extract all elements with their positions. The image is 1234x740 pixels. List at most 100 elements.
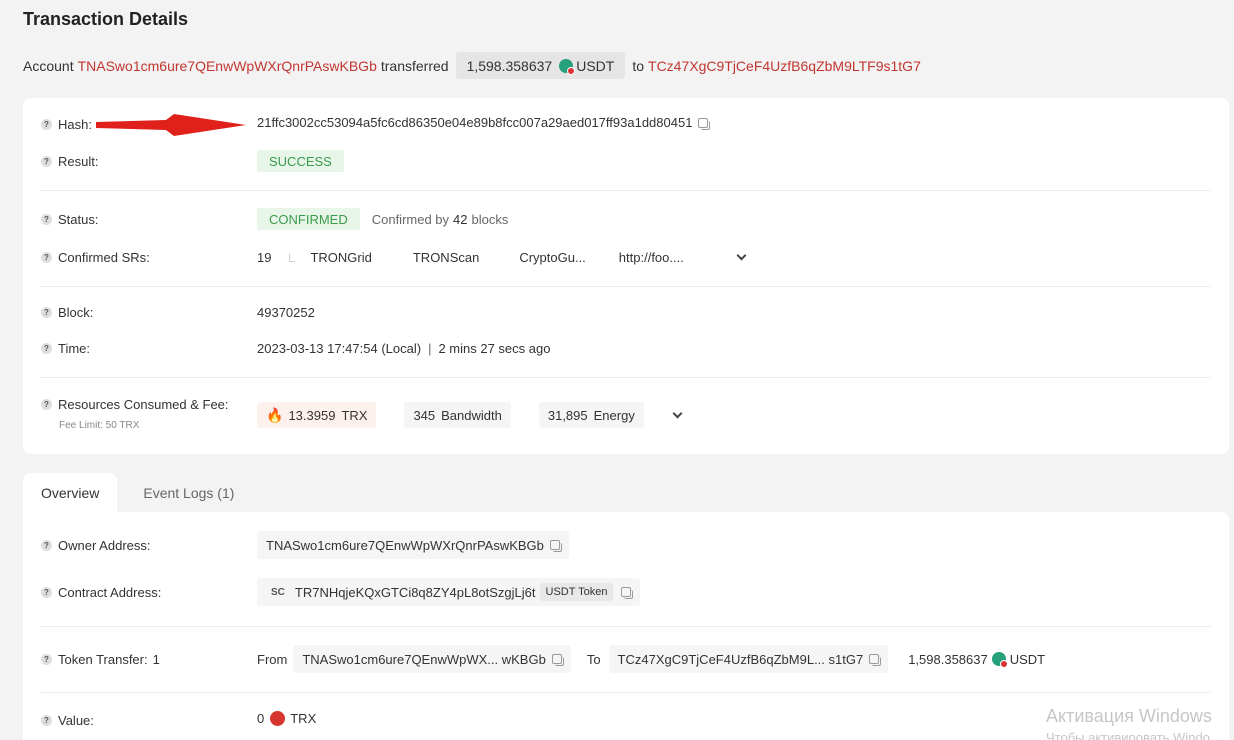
- result-label: Result:: [58, 154, 99, 169]
- from-address-chip: TNASwo1cm6ure7QEnwWpWX... wKBGb: [293, 645, 571, 673]
- to-word: to: [632, 57, 645, 74]
- time-label-row: ? Time:: [41, 341, 90, 356]
- block-value-row: 49370252: [257, 305, 315, 320]
- divider: [41, 377, 1211, 378]
- sr-item[interactable]: TRONScan: [413, 250, 479, 265]
- to-address-link[interactable]: TCz47XgC9TjCeF4UzfB6qZbM9LTF9s1tG7: [648, 58, 921, 74]
- sr-item[interactable]: http://foo....: [619, 250, 684, 265]
- time-separator: |: [428, 341, 432, 356]
- copy-icon[interactable]: [551, 654, 564, 666]
- energy-chip: 31,895 Energy: [538, 402, 644, 428]
- tab-bar: Overview Event Logs (1): [23, 473, 252, 513]
- red-arrow-annotation: [96, 114, 246, 136]
- owner-label-row: ? Owner Address:: [41, 538, 151, 553]
- time-value: 2023-03-13 17:47:54 (Local): [257, 341, 422, 356]
- windows-activation-watermark: Активация Windows: [1046, 706, 1212, 726]
- status-label: Status:: [58, 212, 99, 227]
- help-icon[interactable]: ?: [41, 252, 52, 263]
- confirmed-blocks: 42: [453, 211, 468, 227]
- from-address-short[interactable]: TNASwo1cm6ure7QEnwWpWX... wKBGb: [302, 652, 545, 667]
- energy-value: 31,895: [547, 407, 588, 423]
- page-title: Transaction Details: [23, 9, 189, 29]
- sr-item[interactable]: CryptoGu...: [519, 250, 585, 265]
- transferred-word: transferred: [380, 57, 449, 74]
- to-address-chip: TCz47XgC9TjCeF4UzfB6qZbM9L... s1tG7: [608, 645, 889, 673]
- confirmed-srs-label: Confirmed SRs:: [58, 250, 150, 265]
- chevron-down-icon[interactable]: [736, 250, 747, 261]
- bandwidth-unit: Bandwidth: [441, 407, 502, 423]
- amount-value: 1,598.358637: [466, 57, 553, 74]
- usdt-icon: [991, 652, 1008, 668]
- help-icon[interactable]: ?: [41, 399, 52, 410]
- hash-label: Hash:: [58, 117, 92, 132]
- help-icon[interactable]: ?: [41, 587, 52, 598]
- copy-icon[interactable]: [698, 117, 711, 130]
- transfer-token[interactable]: USDT: [1010, 652, 1045, 667]
- to-word: To: [586, 651, 601, 667]
- value-unit: TRX: [290, 711, 317, 726]
- tab-event-logs[interactable]: Event Logs (1): [125, 473, 252, 513]
- divider: [41, 286, 1211, 287]
- energy-unit: Energy: [593, 407, 635, 423]
- resources-value-row: 🔥 13.3959 TRX 345 Bandwidth 31,895 Energ…: [257, 402, 683, 428]
- value-label-row: ? Value:: [41, 713, 94, 728]
- value-row: 0 TRX: [257, 711, 316, 726]
- help-icon[interactable]: ?: [41, 715, 52, 726]
- contract-value-row: SC TR7NHqjeKQxGTCi8q8ZY4pL8otSzgjLj6t US…: [257, 578, 641, 606]
- trx-coin-icon: [270, 711, 286, 726]
- confirmed-by-suffix: blocks: [471, 211, 509, 227]
- bandwidth-value: 345: [413, 407, 436, 423]
- chevron-down-icon[interactable]: [672, 408, 683, 418]
- hash-value-row: 21ffc3002cc53094a5fc6cd86350e04e89b8fcc0…: [257, 115, 711, 130]
- status-label-row: ? Status:: [41, 212, 98, 227]
- divider: [41, 190, 1211, 191]
- transfer-amount: 1,598.358637: [908, 651, 988, 667]
- resources-label: Resources Consumed & Fee:: [58, 397, 229, 412]
- hash-label-row: ? Hash:: [41, 117, 92, 132]
- flame-icon: 🔥: [266, 406, 284, 423]
- status-badge: CONFIRMED: [257, 208, 360, 230]
- tab-overview[interactable]: Overview: [23, 473, 118, 513]
- contract-token-tag[interactable]: USDT Token: [539, 583, 614, 601]
- from-address-link[interactable]: TNASwo1cm6ure7QEnwWpWXrQnrPAswKBGb: [78, 58, 377, 74]
- token-transfer-label-row: ? Token Transfer: 1: [41, 652, 160, 667]
- value-amount: 0: [257, 711, 265, 726]
- divider: [41, 692, 1211, 693]
- owner-label: Owner Address:: [58, 538, 151, 553]
- sr-tree-icon: [289, 253, 296, 262]
- copy-icon[interactable]: [869, 654, 882, 666]
- contract-label: Contract Address:: [58, 585, 162, 600]
- copy-icon[interactable]: [621, 587, 634, 599]
- owner-address[interactable]: TNASwo1cm6ure7QEnwWpWXrQnrPAswKBGb: [266, 538, 544, 553]
- confirmed-by-prefix: Confirmed by: [371, 211, 450, 227]
- owner-address-chip: TNASwo1cm6ure7QEnwWpWXrQnrPAswKBGb: [257, 531, 569, 559]
- contract-address[interactable]: TR7NHqjeKQxGTCi8q8ZY4pL8otSzgjLj6t: [295, 585, 536, 600]
- help-icon[interactable]: ?: [41, 307, 52, 318]
- trx-fee-unit: TRX: [341, 407, 368, 423]
- confirmed-srs-list: 19 TRONGrid TRONScan CryptoGu... http://…: [257, 250, 747, 265]
- transaction-info-card: ? Hash: 21ffc3002cc53094a5fc6cd86350e04e…: [23, 98, 1229, 454]
- owner-value-row: TNASwo1cm6ure7QEnwWpWXrQnrPAswKBGb: [257, 531, 569, 559]
- to-address-short[interactable]: TCz47XgC9TjCeF4UzfB6qZbM9L... s1tG7: [618, 652, 864, 667]
- contract-address-chip: SC TR7NHqjeKQxGTCi8q8ZY4pL8otSzgjLj6t US…: [257, 578, 641, 606]
- time-value-row: 2023-03-13 17:47:54 (Local) | 2 mins 27 …: [257, 341, 550, 356]
- time-ago: 2 mins 27 secs ago: [438, 341, 551, 356]
- help-icon[interactable]: ?: [41, 540, 52, 551]
- block-value[interactable]: 49370252: [257, 305, 315, 320]
- help-icon[interactable]: ?: [41, 214, 52, 225]
- block-label-row: ? Block:: [41, 305, 93, 320]
- trx-fee-chip: 🔥 13.3959 TRX: [257, 402, 377, 428]
- help-icon[interactable]: ?: [41, 156, 52, 167]
- contract-label-row: ? Contract Address:: [41, 585, 161, 600]
- usdt-icon: [559, 58, 576, 75]
- srs-count: 19: [257, 250, 272, 265]
- trx-fee-value: 13.3959: [288, 407, 336, 423]
- help-icon[interactable]: ?: [41, 343, 52, 354]
- sr-item[interactable]: TRONGrid: [310, 250, 371, 265]
- smart-contract-tag: SC: [271, 586, 285, 598]
- help-icon[interactable]: ?: [41, 654, 52, 665]
- result-label-row: ? Result:: [41, 154, 98, 169]
- help-icon[interactable]: ?: [41, 119, 52, 130]
- copy-icon[interactable]: [549, 540, 562, 552]
- from-word: From: [257, 651, 288, 667]
